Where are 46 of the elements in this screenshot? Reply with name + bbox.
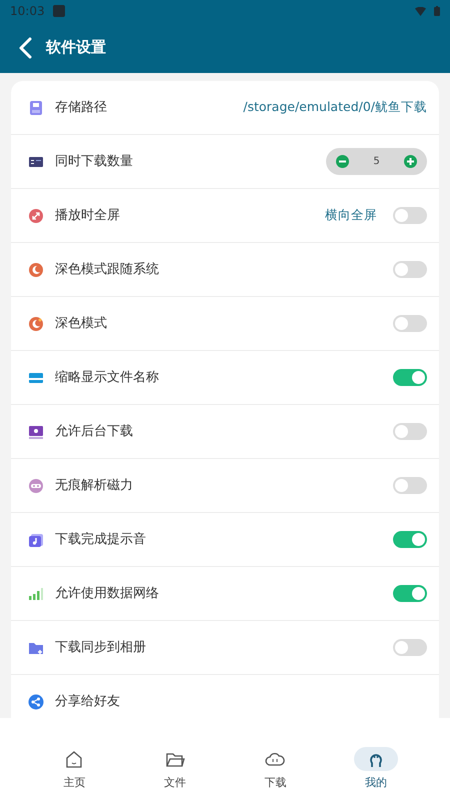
setting-value[interactable]: /storage/emulated/0/鱿鱼下载 — [243, 98, 427, 117]
setting-label: 下载完成提示音 — [55, 530, 146, 549]
toggle-switch[interactable] — [393, 423, 427, 440]
setting-label: 分享给好友 — [55, 692, 120, 711]
setting-label: 无痕解析磁力 — [55, 476, 133, 495]
setting-label: 允许后台下载 — [55, 422, 133, 441]
nav-tab[interactable]: 文件 — [142, 738, 207, 800]
fullscreen-icon — [28, 208, 44, 224]
page-title: 软件设置 — [46, 37, 106, 58]
status-time: 10:03 — [10, 3, 45, 20]
stepper-value: 5 — [373, 155, 380, 169]
moon-icon — [28, 262, 44, 278]
setting-label: 深色模式跟随系统 — [55, 260, 159, 279]
moon-icon — [28, 316, 44, 332]
mask-icon — [28, 478, 44, 494]
screen-icon — [28, 424, 44, 440]
setting-label: 深色模式 — [55, 314, 107, 333]
toggle-switch[interactable] — [393, 531, 427, 548]
folder-save-icon — [28, 100, 44, 116]
toggle-switch[interactable] — [393, 315, 427, 332]
setting-label: 允许使用数据网络 — [55, 584, 159, 603]
setting-label: 播放时全屏 — [55, 206, 120, 225]
toggle-switch[interactable] — [393, 369, 427, 386]
number-stepper[interactable]: 5 — [326, 148, 427, 175]
minus-icon[interactable] — [336, 155, 349, 168]
wifi-icon — [415, 6, 426, 16]
toggle-switch[interactable] — [393, 207, 427, 224]
setting-label: 存储路径 — [55, 98, 107, 117]
setting-value[interactable]: 横向全屏 — [325, 206, 377, 225]
share-icon — [28, 694, 44, 710]
toggle-switch[interactable] — [393, 261, 427, 278]
setting-label: 同时下载数量 — [55, 152, 133, 171]
music-note-icon — [28, 532, 44, 548]
back-icon[interactable] — [18, 36, 32, 58]
setting-label: 缩略显示文件名称 — [55, 368, 159, 387]
nav-tab[interactable]: 主页 — [42, 738, 106, 800]
toggle-switch[interactable] — [393, 585, 427, 602]
battery-icon — [434, 6, 440, 16]
toggle-switch[interactable] — [393, 639, 427, 656]
nav-tab[interactable]: 下载 — [243, 738, 308, 800]
setting-label: 下载同步到相册 — [55, 638, 146, 657]
nav-tab[interactable]: 我的 — [344, 738, 408, 800]
notification-icon — [52, 5, 65, 17]
plus-icon[interactable] — [404, 155, 417, 168]
signal-icon — [28, 586, 44, 602]
toggle-switch[interactable] — [393, 477, 427, 494]
